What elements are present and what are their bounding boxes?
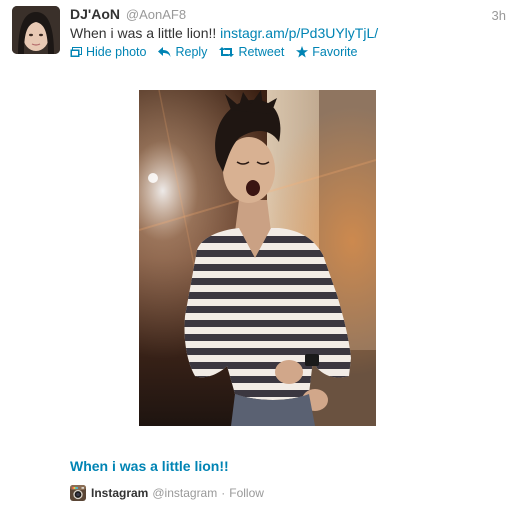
tweet-body: When i was a little lion!! <box>70 25 221 41</box>
user-handle[interactable]: @AonAF8 <box>126 7 186 22</box>
tweet-header: DJ'AoN @AonAF8 <box>70 6 186 23</box>
tweet-text: When i was a little lion!! instagr.am/p/… <box>70 24 378 43</box>
source-name[interactable]: Instagram <box>91 485 148 501</box>
reply-arrow-icon <box>158 47 171 57</box>
separator: · <box>221 486 226 500</box>
follow-button[interactable]: Follow <box>229 485 264 501</box>
retweet-button[interactable]: Retweet <box>219 44 284 60</box>
hide-photo-button[interactable]: Hide photo <box>70 44 146 60</box>
timestamp[interactable]: 3h <box>492 8 506 23</box>
favorite-label: Favorite <box>312 45 358 59</box>
hide-photo-label: Hide photo <box>86 45 147 59</box>
photo-icon <box>70 46 82 58</box>
instagram-logo-icon[interactable] <box>70 485 86 501</box>
retweet-icon <box>219 47 235 57</box>
source-handle[interactable]: @instagram <box>152 485 217 501</box>
tweet-photo[interactable] <box>139 90 376 426</box>
avatar[interactable] <box>12 6 60 54</box>
favorite-button[interactable]: Favorite <box>296 44 357 60</box>
reply-label: Reply <box>175 45 208 59</box>
retweet-label: Retweet <box>238 45 285 59</box>
reply-button[interactable]: Reply <box>158 44 207 60</box>
star-icon <box>296 46 309 58</box>
card-title[interactable]: When i was a little lion!! <box>70 458 229 474</box>
tweet: DJ'AoN @AonAF8 3h When i was a little li… <box>0 0 516 512</box>
card-attribution: Instagram @instagram · Follow <box>70 485 264 501</box>
display-name[interactable]: DJ'AoN <box>70 6 120 22</box>
tweet-link[interactable]: instagr.am/p/Pd3UYlyTjL/ <box>220 25 378 41</box>
tweet-actions: Hide photo Reply Retweet Favorite <box>70 44 369 60</box>
